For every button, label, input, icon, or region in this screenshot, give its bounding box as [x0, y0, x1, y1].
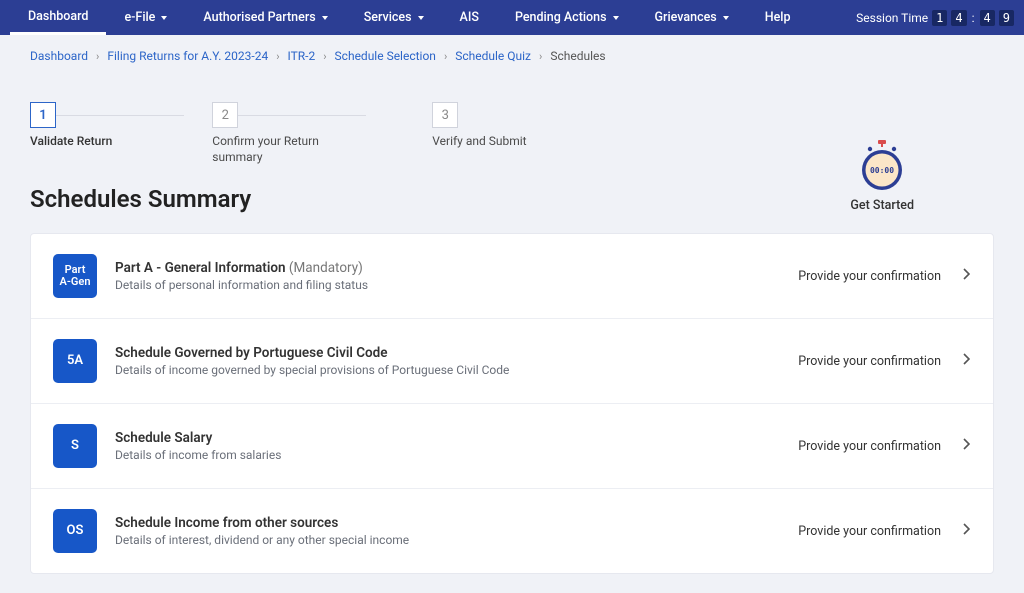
- chevron-right-icon: ›: [96, 50, 99, 63]
- chevron-down-icon: [161, 16, 167, 20]
- nav-services[interactable]: Services: [346, 0, 442, 35]
- nav-grievances[interactable]: Grievances: [637, 0, 747, 35]
- session-time: Session Time 1 4 : 4 9: [856, 10, 1014, 26]
- step-number: 3: [432, 102, 458, 128]
- chevron-right-icon: ›: [539, 50, 542, 63]
- chevron-right-icon: [963, 438, 971, 454]
- chevron-down-icon: [418, 16, 424, 20]
- step-label: Confirm your Return summary: [212, 134, 332, 165]
- nav-help[interactable]: Help: [747, 0, 809, 35]
- chevron-right-icon: ›: [276, 50, 279, 63]
- page-title: Schedules Summary: [30, 185, 251, 213]
- schedule-body: Schedule Income from other sources Detai…: [115, 515, 798, 547]
- step-verify-submit[interactable]: 3 Verify and Submit: [432, 102, 526, 150]
- schedule-badge: 5A: [53, 339, 97, 383]
- breadcrumb: Dashboard › Filing Returns for A.Y. 2023…: [0, 35, 1024, 77]
- badge-line: 5A: [67, 354, 83, 368]
- timer-caption: Get Started: [850, 198, 914, 213]
- nav-dashboard[interactable]: Dashboard: [10, 0, 106, 35]
- breadcrumb-link[interactable]: Filing Returns for A.Y. 2023-24: [107, 49, 268, 63]
- badge-line: S: [71, 439, 79, 453]
- chevron-right-icon: [963, 523, 971, 539]
- chevron-right-icon: ›: [323, 50, 326, 63]
- schedule-desc: Details of income governed by special pr…: [115, 363, 798, 377]
- chevron-right-icon: [963, 353, 971, 369]
- schedule-status: Provide your confirmation: [798, 524, 941, 539]
- nav-label: Services: [364, 10, 412, 25]
- session-digit: 4: [951, 10, 966, 26]
- schedule-list: Part A-Gen Part A - General Information …: [30, 233, 994, 574]
- mandatory-tag: (Mandatory): [289, 260, 363, 276]
- breadcrumb-link[interactable]: Schedule Quiz: [455, 49, 531, 63]
- nav-authorised-partners[interactable]: Authorised Partners: [185, 0, 345, 35]
- nav-label: AIS: [460, 10, 479, 25]
- badge-line: A-Gen: [60, 276, 91, 288]
- badge-line: OS: [67, 524, 84, 538]
- step-validate-return[interactable]: 1 Validate Return: [30, 102, 112, 150]
- session-colon: :: [971, 11, 976, 25]
- schedule-status: Provide your confirmation: [798, 439, 941, 454]
- progress-steps: 1 Validate Return 2 Confirm your Return …: [0, 77, 1024, 175]
- chevron-right-icon: ›: [444, 50, 447, 63]
- schedule-body: Part A - General Information (Mandatory)…: [115, 260, 798, 292]
- session-digit: 1: [932, 10, 947, 26]
- step-label: Verify and Submit: [432, 134, 526, 150]
- chevron-down-icon: [723, 16, 729, 20]
- nav-efile[interactable]: e-File: [106, 0, 185, 35]
- session-label: Session Time: [856, 11, 928, 25]
- top-navbar: Dashboard e-File Authorised Partners Ser…: [0, 0, 1024, 35]
- schedule-body: Schedule Governed by Portuguese Civil Co…: [115, 345, 798, 377]
- step-number: 1: [30, 102, 56, 128]
- schedule-desc: Details of personal information and fili…: [115, 278, 798, 292]
- chevron-right-icon: [963, 268, 971, 284]
- step-connector: [238, 115, 366, 116]
- schedule-row-5a[interactable]: 5A Schedule Governed by Portuguese Civil…: [31, 319, 993, 404]
- session-digit: 4: [980, 10, 995, 26]
- nav-label: Pending Actions: [515, 10, 607, 25]
- schedule-body: Schedule Salary Details of income from s…: [115, 430, 798, 462]
- chevron-down-icon: [613, 16, 619, 20]
- nav-left: Dashboard e-File Authorised Partners Ser…: [10, 0, 809, 35]
- nav-label: e-File: [124, 10, 155, 25]
- schedule-desc: Details of interest, dividend or any oth…: [115, 533, 798, 547]
- title-row: Schedules Summary 00:00 Get Started: [0, 175, 1024, 233]
- schedule-status: Provide your confirmation: [798, 269, 941, 284]
- session-digit: 9: [999, 10, 1014, 26]
- nav-label: Authorised Partners: [203, 10, 315, 25]
- schedule-title: Schedule Salary: [115, 430, 798, 446]
- schedule-badge: Part A-Gen: [53, 254, 97, 298]
- breadcrumb-current: Schedules: [550, 49, 605, 63]
- schedule-title: Schedule Income from other sources: [115, 515, 798, 531]
- breadcrumb-link[interactable]: ITR-2: [288, 49, 316, 63]
- nav-pending-actions[interactable]: Pending Actions: [497, 0, 637, 35]
- schedule-badge: OS: [53, 509, 97, 553]
- schedule-row-part-a-gen[interactable]: Part A-Gen Part A - General Information …: [31, 234, 993, 319]
- schedule-badge: S: [53, 424, 97, 468]
- schedule-desc: Details of income from salaries: [115, 448, 798, 462]
- nav-label: Help: [765, 10, 791, 25]
- schedule-title: Part A - General Information (Mandatory): [115, 260, 798, 276]
- breadcrumb-link[interactable]: Dashboard: [30, 49, 88, 63]
- breadcrumb-link[interactable]: Schedule Selection: [335, 49, 436, 63]
- step-number: 2: [212, 102, 238, 128]
- schedule-title: Schedule Governed by Portuguese Civil Co…: [115, 345, 798, 361]
- schedule-row-other-sources[interactable]: OS Schedule Income from other sources De…: [31, 489, 993, 573]
- nav-ais[interactable]: AIS: [442, 0, 497, 35]
- step-connector: [56, 115, 184, 116]
- nav-label: Grievances: [655, 10, 717, 25]
- schedule-row-salary[interactable]: S Schedule Salary Details of income from…: [31, 404, 993, 489]
- chevron-down-icon: [322, 16, 328, 20]
- schedule-status: Provide your confirmation: [798, 354, 941, 369]
- nav-label: Dashboard: [28, 9, 88, 24]
- step-label: Validate Return: [30, 134, 112, 150]
- schedule-title-text: Part A - General Information: [115, 260, 286, 276]
- step-confirm-summary[interactable]: 2 Confirm your Return summary: [212, 102, 332, 165]
